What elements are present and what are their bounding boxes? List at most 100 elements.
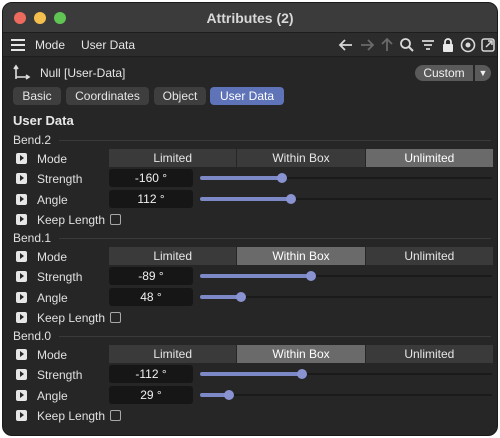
slider-fill [200,295,241,299]
search-icon[interactable] [398,36,416,54]
up-arrow-icon[interactable] [378,36,396,54]
animate-toggle-icon[interactable] [16,292,27,303]
animate-toggle-icon[interactable] [16,173,27,184]
animate-toggle-icon[interactable] [16,271,27,282]
attributes-window: Attributes (2) Mode User Data Null [User… [2,2,498,436]
keep-length-row: Keep Length [3,210,497,230]
strength-label: Strength [37,270,83,284]
strength-row: Strength -89 ° [3,267,497,287]
animate-toggle-icon[interactable] [16,251,27,262]
menu-mode[interactable]: Mode [35,38,65,52]
group-divider [59,336,491,337]
strength-slider[interactable] [200,267,492,285]
new-window-icon[interactable] [479,36,497,54]
animate-toggle-icon[interactable] [16,410,27,421]
object-header: Null [User-Data] Custom ▼ [3,59,497,85]
null-object-icon [13,63,31,81]
lock-icon[interactable] [439,36,457,54]
keep-length-checkbox[interactable] [110,214,121,225]
strength-slider[interactable] [200,365,492,383]
keep-length-row: Keep Length [3,308,497,328]
filter-icon[interactable] [419,36,437,54]
strength-row: Strength -160 ° [3,169,497,189]
mode-option[interactable]: Within Box [237,345,366,363]
slider-fill [200,176,282,180]
layout-preset-button[interactable]: Custom [415,65,473,81]
animate-toggle-icon[interactable] [16,214,27,225]
mode-option[interactable]: Within Box [237,149,366,167]
group-title: Bend.2 [13,133,52,147]
mode-row: Mode Limited Within Box Unlimited [3,247,497,267]
forward-arrow-icon[interactable] [358,36,376,54]
mode-option[interactable]: Unlimited [365,149,493,167]
slider-knob[interactable] [285,194,296,204]
strength-input[interactable]: -160 ° [109,169,193,187]
angle-input[interactable]: 48 ° [109,288,193,306]
animate-toggle-icon[interactable] [16,349,27,360]
tab-object[interactable]: Object [154,87,206,105]
keep-length-checkbox[interactable] [110,410,121,421]
animate-toggle-icon[interactable] [16,194,27,205]
angle-row: Angle 29 ° [3,386,497,406]
animate-toggle-icon[interactable] [16,153,27,164]
mode-row: Mode Limited Within Box Unlimited [3,345,497,365]
animate-toggle-icon[interactable] [16,369,27,380]
group-divider [59,238,491,239]
strength-row: Strength -112 ° [3,365,497,385]
group-title: Bend.1 [13,231,52,245]
object-name: Null [User-Data] [40,66,126,80]
angle-slider[interactable] [200,386,492,404]
mode-segmented-control: Limited Within Box Unlimited [109,345,493,363]
menu-bar: Mode User Data [3,33,497,57]
angle-slider[interactable] [200,288,492,306]
slider-fill [200,274,311,278]
mode-option[interactable]: Limited [109,149,238,167]
back-arrow-icon[interactable] [337,36,355,54]
slider-knob[interactable] [235,292,246,302]
chevron-down-icon[interactable]: ▼ [475,65,491,81]
angle-label: Angle [37,389,68,403]
mode-option[interactable]: Limited [109,247,238,265]
mode-option[interactable]: Limited [109,345,238,363]
mode-option[interactable]: Unlimited [365,247,493,265]
angle-label: Angle [37,291,68,305]
angle-input[interactable]: 29 ° [109,386,193,404]
menu-user-data[interactable]: User Data [81,38,135,52]
animate-toggle-icon[interactable] [16,390,27,401]
hamburger-menu-icon[interactable] [11,39,25,51]
strength-input[interactable]: -89 ° [109,267,193,285]
keep-length-checkbox[interactable] [110,312,121,323]
slider-track [200,394,492,396]
mode-option[interactable]: Unlimited [365,345,493,363]
angle-row: Angle 48 ° [3,288,497,308]
keep-length-label: Keep Length [37,213,106,227]
keep-length-row: Keep Length [3,406,497,426]
strength-slider[interactable] [200,169,492,187]
angle-input[interactable]: 112 ° [109,190,193,208]
mode-row: Mode Limited Within Box Unlimited [3,149,497,169]
tab-user-data[interactable]: User Data [210,87,284,105]
angle-label: Angle [37,193,68,207]
mode-label: Mode [37,348,68,362]
strength-label: Strength [37,172,83,186]
keep-length-label: Keep Length [37,409,106,423]
tab-coordinates[interactable]: Coordinates [66,87,149,105]
slider-fill [200,197,291,201]
slider-knob[interactable] [224,390,235,400]
title-bar: Attributes (2) [3,3,497,33]
mode-segmented-control: Limited Within Box Unlimited [109,149,493,167]
mode-segmented-control: Limited Within Box Unlimited [109,247,493,265]
target-icon[interactable] [459,36,477,54]
mode-label: Mode [37,152,68,166]
slider-knob[interactable] [297,369,308,379]
slider-knob[interactable] [276,173,287,183]
tab-basic[interactable]: Basic [13,87,61,105]
mode-option[interactable]: Within Box [237,247,366,265]
animate-toggle-icon[interactable] [16,312,27,323]
slider-knob[interactable] [305,271,316,281]
group-divider [59,140,491,141]
strength-label: Strength [37,368,83,382]
strength-input[interactable]: -112 ° [109,365,193,383]
group-title: Bend.0 [13,329,52,343]
angle-slider[interactable] [200,190,492,208]
